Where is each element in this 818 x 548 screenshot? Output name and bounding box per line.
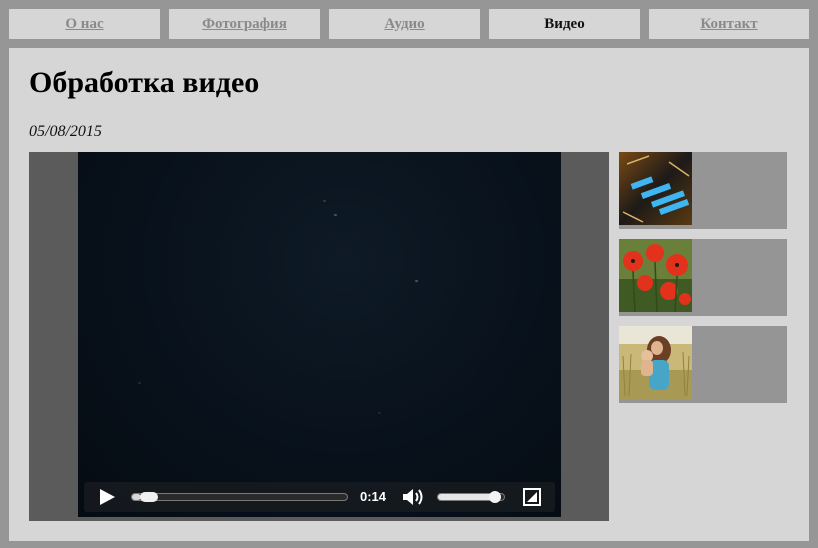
current-time: 0:14 [360, 489, 387, 504]
main-nav: О нас Фотография Аудио Видео Контакт [0, 0, 818, 48]
progress-bar[interactable] [131, 492, 348, 502]
circuit-board-photo-icon [619, 152, 692, 225]
volume-icon[interactable] [402, 487, 426, 507]
video-player: 0:14 [29, 152, 609, 521]
thumbnail-3[interactable] [619, 326, 787, 403]
play-icon[interactable] [98, 488, 116, 506]
nav-tab-audio[interactable]: Аудио [329, 9, 480, 39]
nav-tab-about[interactable]: О нас [9, 9, 160, 39]
nav-tab-contact[interactable]: Контакт [649, 9, 809, 39]
video-screen[interactable]: 0:14 [78, 152, 561, 517]
progress-handle[interactable] [140, 492, 158, 502]
woman-with-child-in-field-photo-icon [619, 326, 692, 399]
nav-tab-video[interactable]: Видео [489, 9, 640, 39]
red-poppies-photo-icon [619, 239, 692, 312]
volume-handle[interactable] [489, 491, 501, 503]
video-controls: 0:14 [84, 482, 555, 512]
page-title: Обработка видео [29, 66, 260, 99]
content-panel: Обработка видео 05/08/2015 0:14 [9, 48, 809, 541]
thumbnail-1[interactable] [619, 152, 787, 229]
thumbnail-2[interactable] [619, 239, 787, 316]
nav-tab-photography[interactable]: Фотография [169, 9, 320, 39]
fullscreen-icon[interactable] [523, 488, 541, 506]
post-date: 05/08/2015 [29, 123, 102, 140]
volume-slider[interactable] [437, 491, 505, 503]
